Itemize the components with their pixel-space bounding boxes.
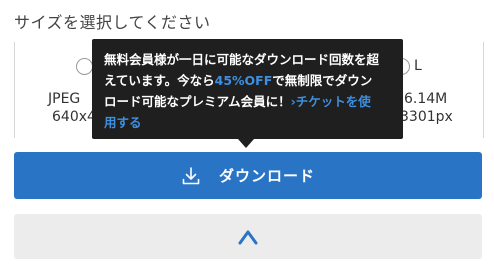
size-option-radio-left[interactable] [76, 58, 93, 75]
size-option-label: L [414, 58, 422, 74]
tooltip-line-1: 無料会員様が一日に可能なダウンロード回数を超 [104, 49, 391, 70]
download-button[interactable]: ダウンロード [14, 152, 482, 199]
tooltip-text-3: ロード可能なプレミアム会員に！ [104, 94, 291, 109]
chevron-up-icon [238, 230, 258, 244]
collapse-button[interactable] [14, 214, 482, 259]
tooltip-line-2: えています。今なら45%OFFで無制限でダウン [104, 70, 391, 91]
download-button-label: ダウンロード [218, 167, 315, 185]
use-ticket-link[interactable]: ›チケットを使 [291, 94, 371, 109]
tooltip-line-4: 用する [104, 112, 391, 133]
tooltip-line-3: ロード可能なプレミアム会員に！›チケットを使 [104, 91, 391, 112]
size-option-format: JPEG [48, 91, 81, 107]
download-limit-tooltip: 無料会員様が一日に可能なダウンロード回数を超 えています。今なら45%OFFで無… [92, 39, 403, 139]
tooltip-arrow [238, 139, 254, 148]
size-option-file-size: 6.14M [404, 91, 448, 107]
size-option-dimensions-left: 640x4 [52, 109, 96, 125]
tooltip-text-2a: えています。今なら [104, 73, 215, 88]
tooltip-text-1: 無料会員様が一日に可能なダウンロード回数を超 [104, 52, 380, 67]
use-ticket-link-cont[interactable]: 用する [104, 115, 142, 130]
size-option-dimensions-right: 3301px [400, 109, 453, 125]
download-icon [182, 166, 200, 184]
discount-highlight: 45%OFF [214, 73, 273, 88]
size-select-title: サイズを選択してください [14, 13, 211, 32]
tooltip-text-2b: で無制限でダウン [272, 73, 373, 88]
